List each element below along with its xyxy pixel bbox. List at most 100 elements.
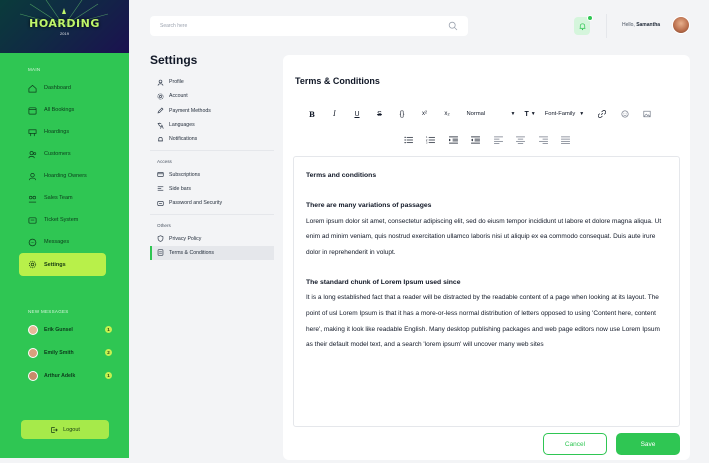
message-item[interactable]: Erik Gunsel 1 — [0, 318, 129, 341]
settings-item-label: Payment Methods — [169, 107, 211, 114]
sidebar-item-label: All Bookings — [44, 107, 75, 113]
sidebar-item-hoardings[interactable]: Hoardings — [0, 121, 129, 143]
section-title: The standard chunk of Lorem Ipsum used s… — [306, 278, 461, 286]
emoji-icon[interactable] — [618, 107, 632, 121]
section-title: There are many variations of passages — [306, 202, 432, 209]
indent-icon[interactable] — [446, 133, 460, 147]
message-item[interactable]: Arthur Adelk 1 — [0, 364, 129, 387]
settings-item-terms-conditions[interactable]: Terms & Conditions — [150, 245, 274, 260]
subscript-button[interactable]: x₂ — [440, 107, 454, 121]
messages-heading: NEW MESSAGES — [28, 309, 69, 314]
bullet-list-icon[interactable] — [401, 133, 415, 147]
translate-icon — [157, 122, 164, 129]
settings-item-side-bars[interactable]: Side bars — [150, 182, 274, 196]
font-family-select[interactable]: Font-Family ▼ — [545, 111, 585, 117]
editor-heading: Terms and conditions — [306, 172, 377, 179]
save-button[interactable]: Save — [616, 433, 680, 455]
settings-item-privacy-policy[interactable]: Privacy Policy — [150, 231, 274, 245]
align-left-icon[interactable] — [491, 133, 505, 147]
align-center-icon[interactable] — [514, 133, 528, 147]
user-icon — [157, 79, 164, 86]
editor-toolbar-secondary: 123 — [401, 133, 581, 147]
search-icon[interactable] — [448, 21, 458, 31]
users-icon — [28, 150, 37, 159]
sidebar-item-dashboard[interactable]: Dashboard — [0, 77, 129, 99]
notification-dot — [587, 15, 593, 21]
ticket-icon — [28, 216, 37, 225]
sidebar-item-ticket-system[interactable]: Ticket System — [0, 209, 129, 231]
align-right-icon[interactable] — [536, 133, 550, 147]
greeting-text: Hello, — [622, 22, 635, 28]
code-button[interactable]: {} — [395, 107, 409, 121]
sidebar-icon — [157, 185, 164, 192]
menu-heading: MAIN — [28, 67, 41, 72]
sidebar-item-customers[interactable]: Customers — [0, 143, 129, 165]
sidebar-item-label: Hoarding Owners — [44, 173, 87, 179]
settings-item-label: Account — [169, 93, 188, 100]
link-icon[interactable] — [595, 107, 609, 121]
unread-badge: 1 — [105, 326, 112, 333]
user-avatar[interactable] — [672, 16, 690, 34]
header-divider — [606, 14, 607, 38]
superscript-button[interactable]: x² — [418, 107, 432, 121]
chevron-down-icon: ▼ — [530, 111, 536, 117]
strikethrough-button[interactable]: S — [373, 107, 387, 121]
heading-select[interactable]: Normal ▼ — [467, 111, 516, 117]
settings-item-payment-methods[interactable]: Payment Methods — [150, 104, 274, 118]
settings-item-subscriptions[interactable]: Subscriptions — [150, 167, 274, 181]
terms-card: Terms & Conditions B I U S {} x² x₂ Norm… — [283, 55, 690, 460]
settings-item-label: Terms & Conditions — [169, 249, 214, 256]
bold-button[interactable]: B — [305, 107, 319, 121]
align-justify-icon[interactable] — [559, 133, 573, 147]
sidebar-item-label: Ticket System — [44, 217, 79, 223]
section-body: Lorem ipsum dolor sit amet, consectetur … — [306, 217, 662, 256]
sidebar-item-all-bookings[interactable]: All Bookings — [0, 99, 129, 121]
settings-item-languages[interactable]: Languages — [150, 118, 274, 132]
chevron-down-icon: ▼ — [579, 111, 585, 117]
search-input[interactable]: Search here — [160, 23, 448, 29]
sidebar-item-label: Settings — [44, 261, 66, 268]
message-item[interactable]: Emily Smith 2 — [0, 341, 129, 364]
heading-select-value: Normal — [466, 111, 486, 117]
sidebar-item-label: Messages — [44, 239, 70, 245]
settings-item-label: Password and Security — [169, 200, 223, 207]
brand-title: HOARDING — [29, 17, 100, 30]
settings-item-notifications[interactable]: Notifications — [150, 132, 274, 146]
brand-logo[interactable]: HOARDING 2019 — [0, 0, 129, 53]
chevron-down-icon: ▼ — [510, 111, 516, 117]
logout-button[interactable]: Logout — [21, 420, 109, 439]
user-name: Samantha — [636, 22, 661, 28]
sidebar-item-sales-team[interactable]: Sales Team — [0, 187, 129, 209]
search-bar[interactable]: Search here — [150, 16, 468, 36]
text-size-icon: T — [524, 110, 529, 118]
cancel-button[interactable]: Cancel — [543, 433, 607, 455]
settings-item-profile[interactable]: Profile — [150, 75, 274, 89]
settings-item-label: Subscriptions — [169, 171, 201, 178]
shield-icon — [157, 235, 164, 242]
card-title: Terms & Conditions — [295, 76, 380, 86]
settings-item-label: Notifications — [169, 136, 198, 143]
page-title: Settings — [150, 53, 198, 67]
billboard-icon — [28, 128, 37, 137]
italic-button[interactable]: I — [328, 107, 342, 121]
outdent-icon[interactable] — [469, 133, 483, 147]
unread-badge: 2 — [105, 349, 112, 356]
notification-button[interactable] — [574, 15, 593, 35]
image-icon[interactable] — [640, 107, 654, 121]
rich-text-editor[interactable]: Terms and conditions There are many vari… — [293, 156, 680, 427]
underline-button[interactable]: U — [350, 107, 364, 121]
avatar — [28, 347, 38, 358]
sidebar-item-messages[interactable]: Messages — [0, 231, 129, 253]
team-icon — [28, 194, 37, 203]
settings-item-account[interactable]: Account — [150, 89, 274, 103]
font-size-select[interactable]: T ▼ — [524, 111, 535, 118]
pen-icon — [157, 107, 164, 114]
ordered-list-icon[interactable]: 123 — [424, 133, 438, 147]
message-sender: Emily Smith — [44, 349, 74, 356]
settings-item-label: Profile — [169, 79, 184, 86]
sidebar-item-settings[interactable]: Settings — [19, 253, 106, 276]
card-icon — [157, 171, 164, 178]
settings-item-password-security[interactable]: Password and Security — [150, 196, 274, 210]
sidebar-item-hoarding-owners[interactable]: Hoarding Owners — [0, 165, 129, 187]
